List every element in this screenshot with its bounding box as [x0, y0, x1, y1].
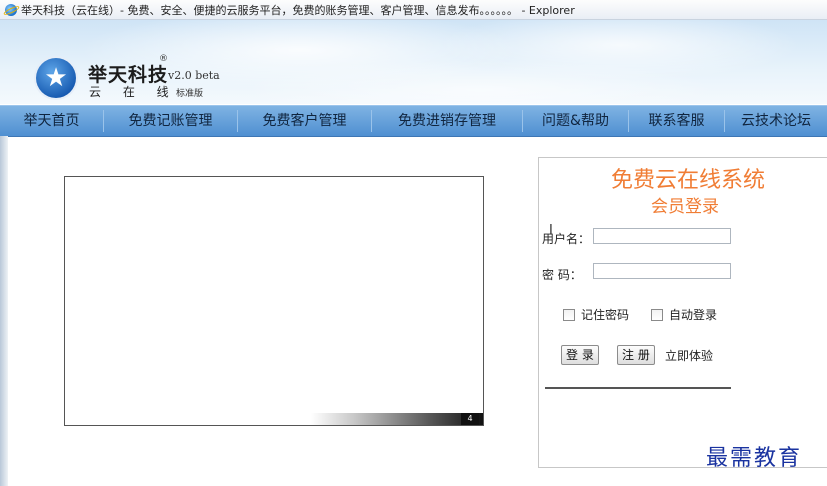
slideshow-frame[interactable]: 4	[64, 176, 484, 426]
try-now-link[interactable]: 立即体验	[665, 347, 713, 364]
auto-login-checkbox[interactable]	[651, 308, 663, 321]
edition-label: 标准版	[176, 89, 204, 99]
nav-item-support[interactable]: 联系客服	[629, 106, 724, 136]
nav-item-accounting[interactable]: 免费记账管理	[104, 106, 237, 136]
remember-password-label: 记住密码	[581, 308, 630, 322]
nav-item-inventory[interactable]: 免费进销存管理	[372, 106, 522, 136]
watermark-text: 最需教育	[706, 446, 803, 471]
remember-password-checkbox[interactable]	[563, 308, 575, 321]
slideshow-progress-bar	[311, 413, 483, 425]
login-panel: 免费云在线系统 会员登录 用户名： 密 码： 记住密码 自动登录 登 录 注 册…	[538, 157, 827, 468]
remember-password-option[interactable]: 记住密码	[563, 306, 629, 323]
main-nav: 举天首页 免费记账管理 免费客户管理 免费进销存管理 问题&帮助 联系客服 云技…	[0, 105, 827, 137]
ie-browser-icon	[5, 3, 17, 16]
window-titlebar: 举天科技（云在线）- 免费、安全、便捷的云服务平台，免费的账务管理、客户管理、信…	[0, 0, 827, 20]
password-input[interactable]	[593, 263, 731, 279]
username-input[interactable]	[593, 228, 731, 244]
login-subtitle: 会员登录	[651, 197, 719, 217]
auto-login-label: 自动登录	[669, 308, 718, 322]
text-cursor-icon: I	[549, 223, 553, 238]
version-label: v2.0 beta	[168, 69, 220, 82]
register-button[interactable]: 注 册	[617, 345, 655, 365]
window-title: 举天科技（云在线）- 免费、安全、便捷的云服务平台，免费的账务管理、客户管理、信…	[21, 3, 575, 17]
nav-item-help[interactable]: 问题&帮助	[523, 106, 628, 136]
auto-login-option[interactable]: 自动登录	[651, 306, 717, 323]
login-button[interactable]: 登 录	[561, 345, 599, 365]
slideshow-page-number[interactable]: 4	[461, 413, 479, 425]
nav-item-customers[interactable]: 免费客户管理	[238, 106, 371, 136]
brand-subtitle: 云 在 线	[89, 85, 178, 99]
registered-mark: ®	[159, 54, 168, 64]
login-title: 免费云在线系统	[611, 168, 766, 193]
window-left-edge	[0, 136, 8, 486]
nav-item-home[interactable]: 举天首页	[0, 106, 103, 136]
login-divider	[545, 387, 731, 389]
star-logo-icon[interactable]: ★	[36, 58, 76, 98]
nav-item-forum[interactable]: 云技术论坛	[725, 106, 827, 136]
password-label: 密 码：	[542, 268, 582, 282]
